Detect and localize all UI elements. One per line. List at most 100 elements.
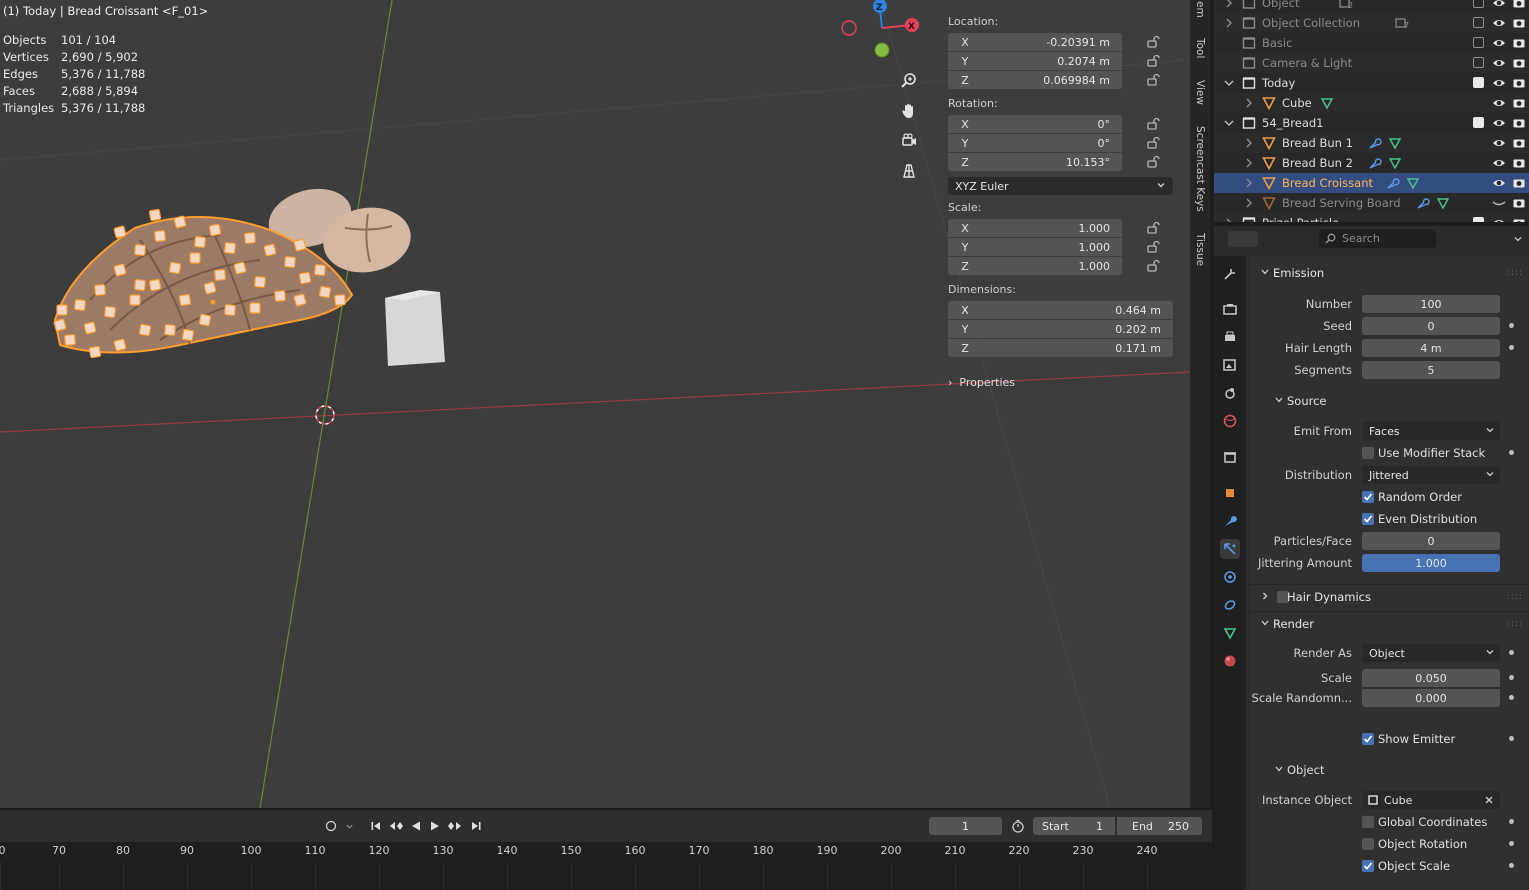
chevron-down-icon[interactable] [1222,116,1236,130]
view-layer-tab[interactable] [1220,355,1240,375]
exclude-checkbox[interactable] [1473,57,1484,68]
camera-view-icon[interactable] [896,128,922,154]
end-frame-field[interactable]: End 250 [1117,817,1202,835]
mesh-data-icon[interactable] [1320,96,1334,110]
unlock-icon[interactable] [1146,136,1160,150]
global-coordinates-checkbox[interactable] [1362,816,1374,828]
chevron-right-icon[interactable] [1222,0,1236,10]
eye-icon[interactable] [1492,116,1506,130]
constraints-tab[interactable] [1220,595,1240,615]
unlock-icon[interactable] [1146,54,1160,68]
dimensions-z-field[interactable]: Z 0.171 m [948,339,1173,357]
close-icon[interactable] [1484,795,1494,805]
segments-field[interactable]: 5 [1362,361,1500,379]
particles-face-field[interactable]: 0 [1362,532,1500,550]
chevron-right-icon[interactable] [1222,216,1236,222]
collection-tab[interactable] [1220,447,1240,467]
physics-tab[interactable] [1220,567,1240,587]
hair-dynamics-panel-header[interactable]: Hair Dynamics :::: [1250,584,1529,608]
exclude-checkbox[interactable] [1473,117,1484,128]
unlock-icon[interactable] [1146,117,1160,131]
render-as-dropdown[interactable]: Object [1362,644,1500,662]
start-frame-field[interactable]: Start 1 [1033,817,1115,835]
mesh-data-icon[interactable] [1436,196,1450,210]
number-field[interactable]: 100 [1362,295,1500,313]
render-camera-icon[interactable] [1512,96,1526,110]
rotation-y-field[interactable]: Y 0° [948,134,1122,152]
mesh-data-icon[interactable] [1388,136,1402,150]
wrench-icon[interactable] [1386,176,1400,190]
chevron-right-icon[interactable] [1242,196,1256,210]
object-rotation-checkbox[interactable] [1362,838,1374,850]
particles-tab[interactable] [1220,539,1240,559]
eye-icon[interactable] [1492,156,1506,170]
render-tab[interactable] [1220,299,1240,319]
keyframe-dot-icon[interactable] [1509,450,1514,455]
render-camera-icon[interactable] [1512,16,1526,30]
eye-icon[interactable] [1492,0,1506,10]
random-order-checkbox[interactable] [1362,491,1374,503]
outliner-row[interactable]: Object Collection 7 [1214,13,1529,33]
render-panel-header[interactable]: Render :::: [1250,611,1529,635]
keyframe-dot-icon[interactable] [1509,650,1514,655]
chevron-down-icon[interactable] [1513,234,1523,244]
outliner-row[interactable]: Bread Bun 1 [1214,133,1529,153]
pan-hand-icon[interactable] [896,98,922,124]
distribution-dropdown[interactable]: Jittered [1362,466,1500,484]
prev-keyframe-icon[interactable] [386,818,406,834]
perspective-grid-icon[interactable] [896,158,922,184]
editor-type-icon[interactable] [1228,231,1258,247]
render-camera-icon[interactable] [1512,116,1526,130]
location-z-field[interactable]: Z 0.069984 m [948,71,1122,89]
keyframe-dot-icon[interactable] [1509,841,1514,846]
instance-object-field[interactable]: Cube [1362,791,1500,809]
chevron-right-icon[interactable] [1242,96,1256,110]
emission-panel-header[interactable]: Emission :::: [1250,261,1529,285]
outliner-row[interactable]: Bread Bun 2 [1214,153,1529,173]
scale-x-field[interactable]: X 1.000 [948,219,1122,237]
mesh-data-icon[interactable] [1406,176,1420,190]
eye-icon[interactable] [1492,136,1506,150]
outliner-row[interactable]: 54_Bread1 [1214,113,1529,133]
world-tab[interactable] [1220,411,1240,431]
render-camera-icon[interactable] [1512,156,1526,170]
location-y-field[interactable]: Y 0.2074 m [948,52,1122,70]
tab-tissue[interactable]: Tissue [1190,228,1210,272]
tab-item[interactable]: em [1190,0,1210,18]
tab-screencast-keys[interactable]: Screencast Keys [1190,122,1210,216]
drag-handle-icon[interactable]: :::: [1507,592,1523,602]
dimensions-y-field[interactable]: Y 0.202 m [948,320,1173,338]
stopwatch-icon[interactable] [1010,818,1026,834]
tool-tab[interactable] [1220,264,1240,284]
scale-z-field[interactable]: Z 1.000 [948,257,1122,275]
outliner-row[interactable]: Prizel Particle [1214,213,1529,222]
keyframe-dot-icon[interactable] [1509,819,1514,824]
location-x-field[interactable]: X -0.20391 m [948,33,1122,51]
render-camera-icon[interactable] [1512,36,1526,50]
chevron-down-icon[interactable] [1222,76,1236,90]
scene-tab[interactable] [1220,383,1240,403]
render-camera-icon[interactable] [1512,216,1526,222]
drag-handle-icon[interactable]: :::: [1507,268,1523,278]
exclude-checkbox[interactable] [1473,37,1484,48]
wrench-icon[interactable] [1368,156,1382,170]
jump-start-icon[interactable] [368,818,384,834]
unlock-icon[interactable] [1146,259,1160,273]
render-scale-field[interactable]: 0.050 [1362,669,1500,687]
scale-y-field[interactable]: Y 1.000 [948,238,1122,256]
chevron-down-icon[interactable] [342,818,356,834]
gizmo-y-negative[interactable] [841,20,857,36]
mesh-data-icon[interactable] [1388,156,1402,170]
render-camera-icon[interactable] [1512,0,1526,10]
object-tab[interactable] [1220,483,1240,503]
jittering-amount-slider[interactable]: 1.000 [1362,554,1500,572]
exclude-checkbox[interactable] [1473,77,1484,88]
material-tab[interactable] [1220,651,1240,671]
hair-length-field[interactable]: 4 m [1362,339,1500,357]
rotation-x-field[interactable]: X 0° [948,115,1122,133]
render-camera-icon[interactable] [1512,176,1526,190]
emit-from-dropdown[interactable]: Faces [1362,422,1500,440]
show-emitter-checkbox[interactable] [1362,733,1374,745]
timeline-ruler[interactable]: 0 70 80 90 100 110 120 130 140 150 160 170 180 190 200… [0,842,1212,890]
exclude-checkbox[interactable] [1473,17,1484,28]
